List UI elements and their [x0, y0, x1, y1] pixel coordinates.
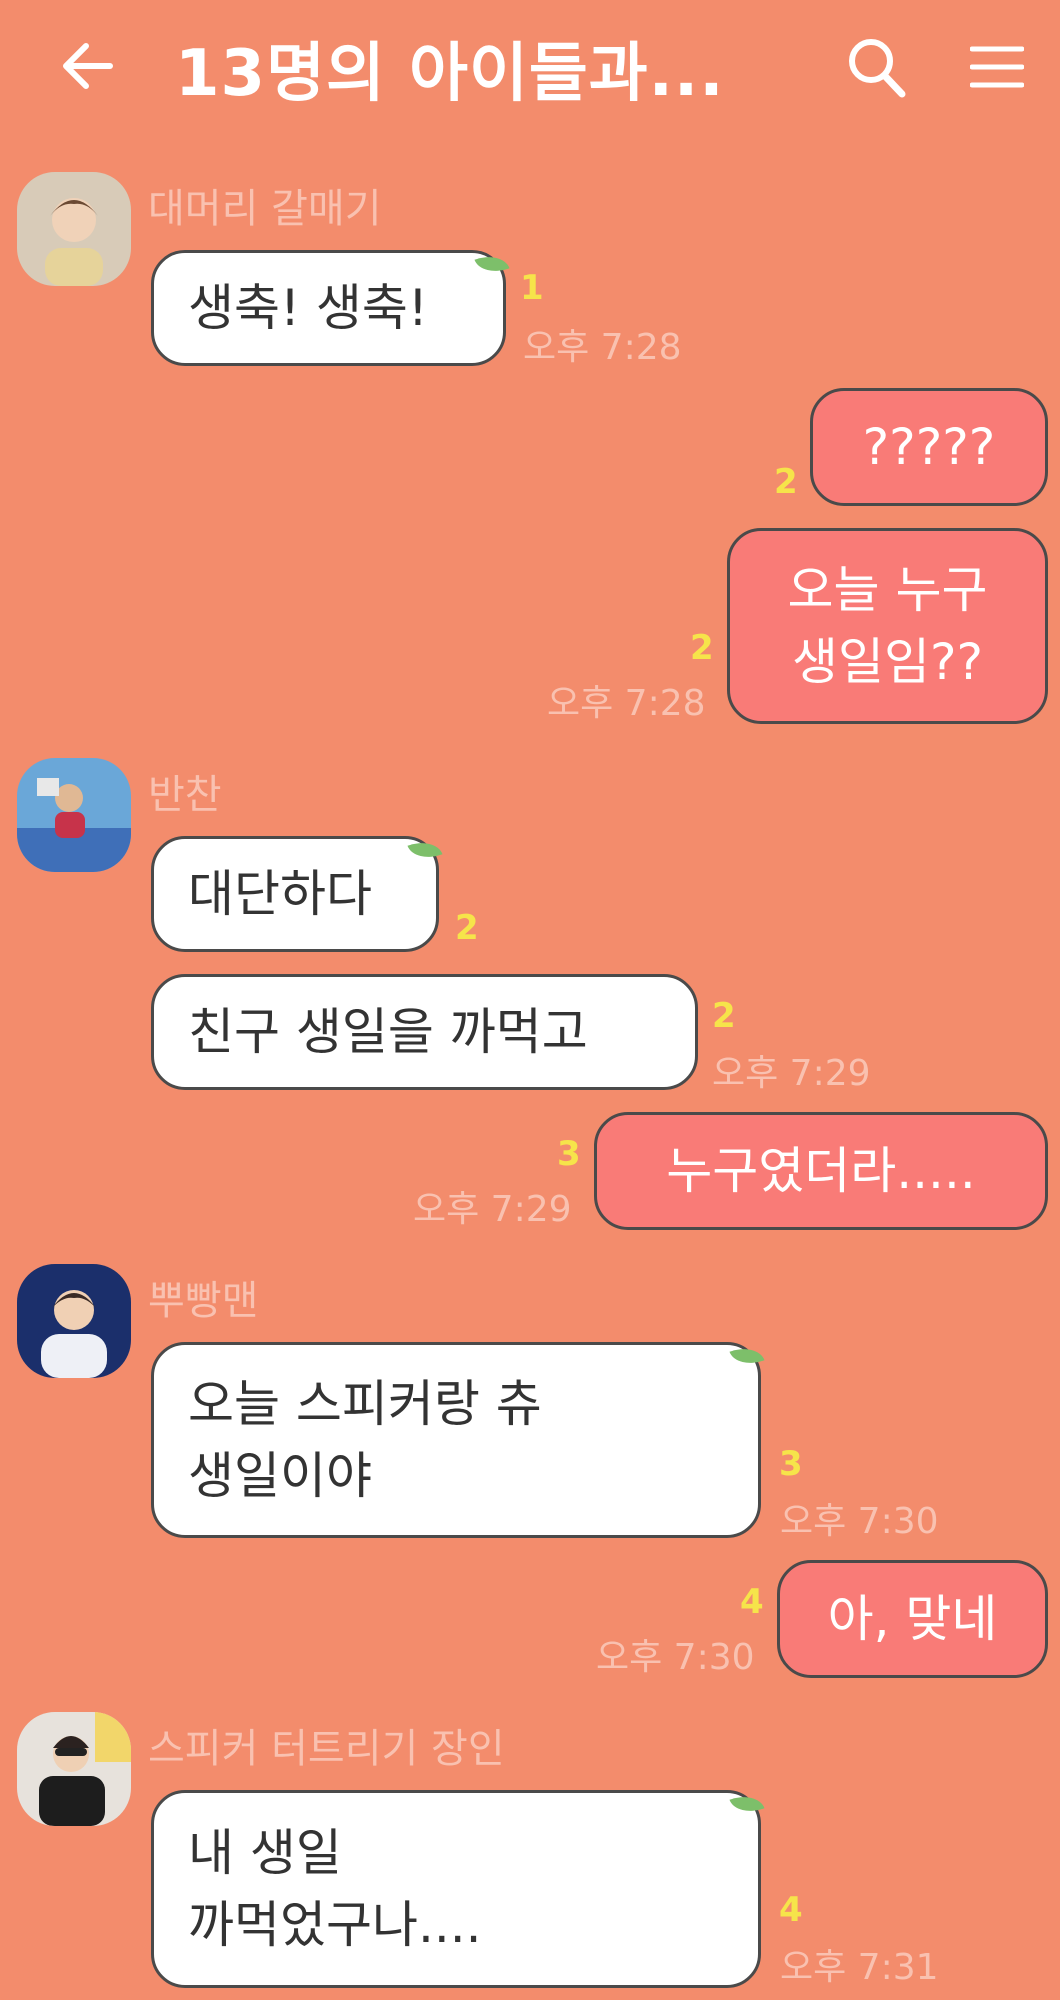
hamburger-menu-icon[interactable]	[970, 44, 1024, 90]
sender-name: 뿌빵맨	[148, 1278, 259, 1324]
timestamp: 오후 7:29	[413, 1189, 572, 1230]
unread-count: 4	[740, 1582, 764, 1622]
message-text: 오늘 누구 생일임??	[787, 560, 988, 692]
unread-count: 3	[557, 1134, 581, 1174]
message-bubble[interactable]: 아, 맞네	[777, 1560, 1048, 1678]
unread-count: 2	[774, 462, 798, 502]
message-bubble[interactable]: 오늘 누구 생일임??	[727, 528, 1048, 724]
unread-count: 2	[712, 996, 736, 1036]
avatar[interactable]	[17, 1712, 131, 1826]
unread-count: 2	[455, 908, 479, 948]
message-bubble[interactable]: 친구 생일을 까먹고	[151, 974, 698, 1090]
timestamp: 오후 7:30	[780, 1501, 939, 1542]
sender-name: 대머리 갈매기	[148, 186, 382, 232]
message-bubble[interactable]: 생축! 생축!	[151, 250, 506, 366]
timestamp: 오후 7:30	[596, 1637, 755, 1678]
message-bubble[interactable]: 대단하다	[151, 836, 439, 952]
message-bubble[interactable]: 내 생일 까먹었구나....	[151, 1790, 761, 1988]
sender-name: 스피커 터트리기 장인	[148, 1726, 505, 1772]
timestamp: 오후 7:28	[523, 327, 682, 368]
message-text: 내 생일 까먹었구나....	[188, 1823, 482, 1955]
message-bubble[interactable]: 누구였더라.....	[594, 1112, 1048, 1230]
unread-count: 1	[520, 268, 544, 308]
back-arrow-icon[interactable]	[58, 36, 118, 96]
message-bubble[interactable]: 오늘 스피커랑 츄 생일이야	[151, 1342, 761, 1538]
avatar[interactable]	[17, 758, 131, 872]
unread-count: 4	[779, 1890, 803, 1930]
timestamp: 오후 7:28	[547, 683, 706, 724]
message-bubble[interactable]: ?????	[810, 388, 1048, 506]
timestamp: 오후 7:31	[780, 1947, 939, 1988]
message-text: 오늘 스피커랑 츄 생일이야	[188, 1374, 542, 1506]
avatar[interactable]	[17, 1264, 131, 1378]
search-icon[interactable]	[846, 36, 906, 98]
chat-title: 13명의 아이들과...	[175, 37, 725, 111]
timestamp: 오후 7:29	[712, 1053, 871, 1094]
unread-count: 2	[690, 628, 714, 668]
avatar[interactable]	[17, 172, 131, 286]
chat-header: 13명의 아이들과...	[0, 0, 1060, 140]
unread-count: 3	[779, 1444, 803, 1484]
sender-name: 반찬	[148, 772, 222, 818]
